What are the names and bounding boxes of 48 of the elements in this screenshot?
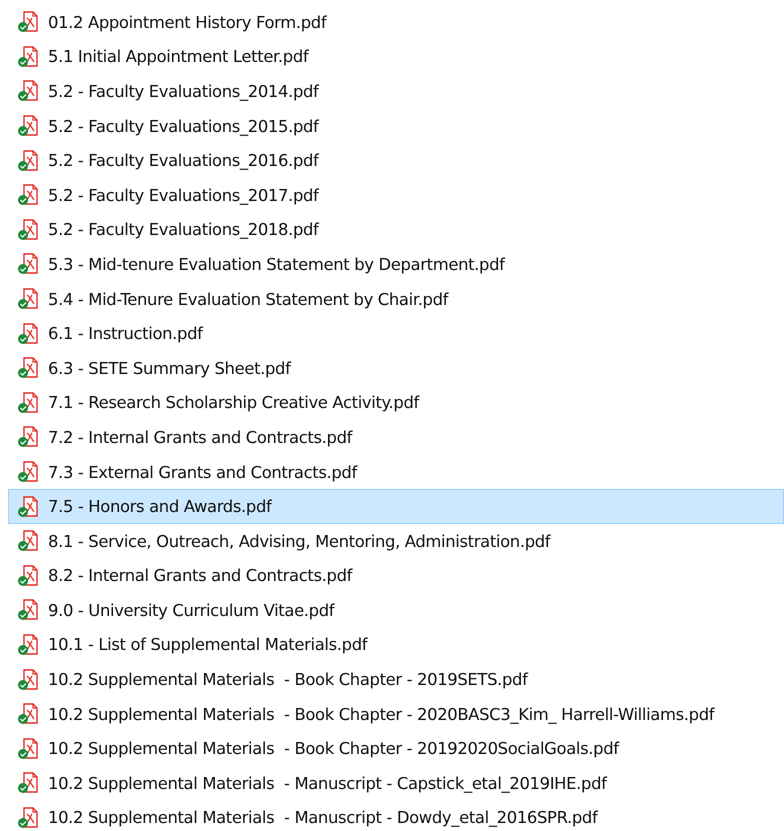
file-item[interactable]: 9.0 - University Curriculum Vitae.pdf [8,593,784,628]
file-item[interactable]: 5.3 - Mid-tenure Evaluation Statement by Department.pdf [8,247,784,282]
file-item[interactable]: 10.1 - List of Supplemental Materials.pdf [8,628,784,662]
file-name: 10.1 - List of Supplemental Materials.pdf [48,635,368,654]
file-item[interactable]: 5.2 - Faculty Evaluations_2016.pdf [8,143,784,178]
file-item[interactable]: 7.2 - Internal Grants and Contracts.pdf [8,420,784,455]
file-item[interactable]: 01.2 Appointment History Form.pdf [8,5,784,40]
file-item[interactable]: 6.1 - Instruction.pdf [8,316,784,351]
file-name: 5.2 - Faculty Evaluations_2017.pdf [48,186,318,205]
file-item[interactable]: 5.2 - Faculty Evaluations_2018.pdf [8,212,784,248]
file-item[interactable]: 5.2 - Faculty Evaluations_2017.pdf [8,178,784,213]
file-name: 9.0 - University Curriculum Vitae.pdf [48,600,334,620]
file-item[interactable]: 5.2 - Faculty Evaluations_2015.pdf [8,108,784,144]
file-name: 5.2 - Faculty Evaluations_2018.pdf [48,220,318,240]
file-name: 6.1 - Instruction.pdf [48,324,203,344]
file-item[interactable]: 10.2 Supplemental Materials - Manuscript - Capstick_etal_2019IHE.pdf [8,766,784,801]
file-name: 7.3 - External Grants and Contracts.pdf [48,462,357,482]
file-item[interactable]: 10.2 Supplemental Materials - Book Chapter - 20192020SocialGoals.pdf [8,731,784,766]
file-name: 01.2 Appointment History Form.pdf [48,12,326,32]
file-name: 10.2 Supplemental Materials - Book Chapter - 2019SETS.pdf [48,670,528,690]
file-name: 8.2 - Internal Grants and Contracts.pdf [48,566,352,586]
file-name: 7.5 - Honors and Awards.pdf [48,497,272,516]
file-name: 5.1 Initial Appointment Letter.pdf [48,47,308,66]
file-item[interactable]: 7.1 - Research Scholarship Creative Activity.pdf [8,386,784,420]
file-name: 10.2 Supplemental Materials - Manuscript - Dowdy_etal_2016SPR.pdf [48,808,598,828]
file-name: 7.2 - Internal Grants and Contracts.pdf [48,428,352,447]
file-name: 5.2 - Faculty Evaluations_2014.pdf [48,82,318,101]
file-item[interactable]: 5.4 - Mid-Tenure Evaluation Statement by Chair.pdf [8,282,784,316]
file-name: 5.4 - Mid-Tenure Evaluation Statement by Chair.pdf [48,290,448,309]
file-name: 5.2 - Faculty Evaluations_2015.pdf [48,116,318,136]
file-item[interactable]: 5.2 - Faculty Evaluations_2014.pdf [8,74,784,109]
file-item[interactable]: 10.2 Supplemental Materials - Book Chapter - 2019SETS.pdf [8,662,784,697]
file-item[interactable]: 8.1 - Service, Outreach, Advising, Mentoring, Administration.pdf [8,524,784,558]
file-name: 6.3 - SETE Summary Sheet.pdf [48,358,291,378]
file-item[interactable]: 5.1 Initial Appointment Letter.pdf [8,40,784,74]
file-name: 10.2 Supplemental Materials - Manuscript - Capstick_etal_2019IHE.pdf [48,774,607,793]
file-item[interactable]: 10.2 Supplemental Materials - Book Chapter - 2020BASC3_Kim_ Harrell-Williams.pdf [8,696,784,732]
file-item[interactable]: 6.3 - SETE Summary Sheet.pdf [8,350,784,386]
file-item[interactable]: 10.2 Supplemental Materials - Manuscript - Dowdy_etal_2016SPR.pdf [8,800,784,831]
file-name: 10.2 Supplemental Materials - Book Chapter - 2020BASC3_Kim_ Harrell-Williams.pdf [48,704,714,724]
file-item[interactable]: 7.5 - Honors and Awards.pdf [8,489,784,524]
file-name: 8.1 - Service, Outreach, Advising, Mentoring, Administration.pdf [48,532,550,551]
file-item[interactable]: 8.2 - Internal Grants and Contracts.pdf [8,558,784,594]
file-name: 10.2 Supplemental Materials - Book Chapter - 20192020SocialGoals.pdf [48,739,619,758]
file-name: 5.3 - Mid-tenure Evaluation Statement by Department.pdf [48,254,505,274]
file-name: 5.2 - Faculty Evaluations_2016.pdf [48,151,318,170]
file-item[interactable]: 7.3 - External Grants and Contracts.pdf [8,454,784,490]
file-name: 7.1 - Research Scholarship Creative Activity.pdf [48,393,419,412]
